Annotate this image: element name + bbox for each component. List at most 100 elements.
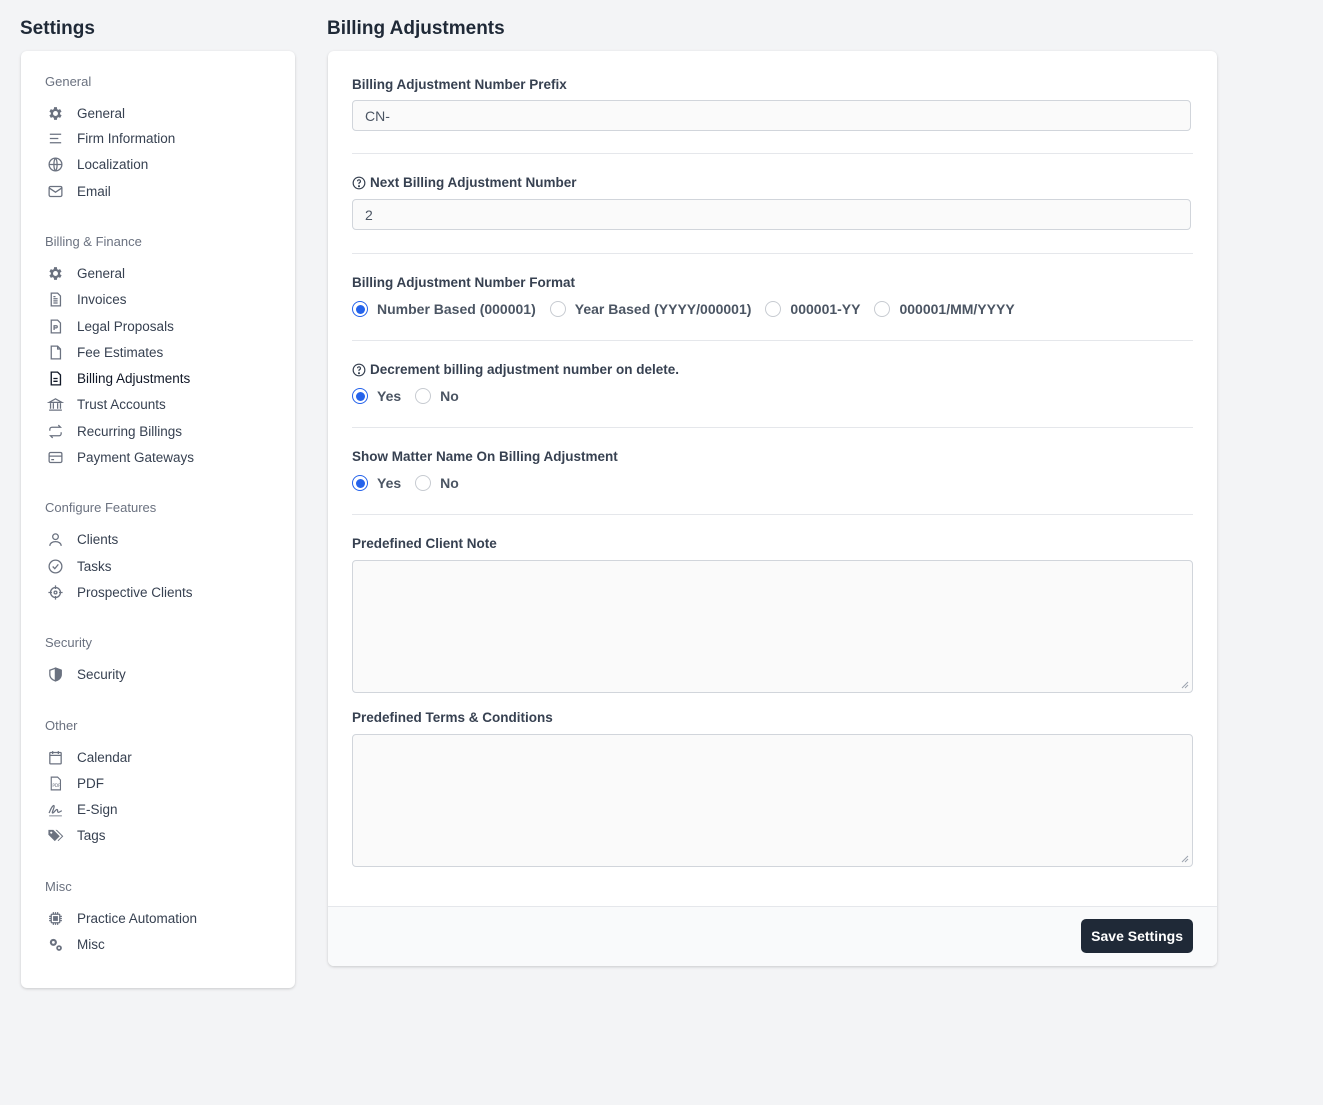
terms-textarea[interactable] <box>352 734 1193 867</box>
billing-adjustments-card: Billing Adjustment Number Prefix Next Bi… <box>328 51 1217 966</box>
gear-icon <box>45 103 65 123</box>
sidebar-item-general[interactable]: General <box>45 102 285 124</box>
tags-icon <box>45 825 65 845</box>
radio-label: No <box>440 388 459 404</box>
question-circle-icon[interactable] <box>352 363 366 377</box>
radio-label: No <box>440 475 459 491</box>
sidebar-item-email[interactable]: Email <box>45 180 285 202</box>
sidebar-item-misc[interactable]: Misc <box>45 933 285 955</box>
chip-icon <box>45 908 65 928</box>
divider <box>352 340 1193 341</box>
format-option-year-based[interactable]: Year Based (YYYY/000001) <box>549 301 752 317</box>
sidebar-item-label: Tags <box>77 827 106 843</box>
sidebar-item-tags[interactable]: Tags <box>45 824 285 846</box>
sidebar-item-security[interactable]: Security <box>45 663 285 685</box>
decrement-option-yes[interactable]: Yes <box>352 388 401 404</box>
sidebar-item-pdf[interactable]: PDF PDF <box>45 772 285 794</box>
sidebar-item-trust-accounts[interactable]: Trust Accounts <box>45 393 285 415</box>
client-note-textarea[interactable] <box>352 560 1193 693</box>
show-matter-option-yes[interactable]: Yes <box>352 475 401 491</box>
sidebar-item-e-sign[interactable]: E-Sign <box>45 798 285 820</box>
user-icon <box>45 529 65 549</box>
sidebar-item-clients[interactable]: Clients <box>45 528 285 550</box>
decrement-option-no[interactable]: No <box>415 388 459 404</box>
prefix-input[interactable] <box>352 100 1191 131</box>
sidebar-item-localization[interactable]: Localization <box>45 153 285 175</box>
radio-button[interactable] <box>352 301 368 317</box>
radio-button[interactable] <box>765 301 782 317</box>
show-matter-radio-group: Yes No <box>352 473 473 493</box>
sidebar-item-firm-information[interactable]: Firm Information <box>45 127 285 149</box>
credit-card-icon <box>45 447 65 467</box>
format-option-number-based[interactable]: Number Based (000001) <box>352 301 536 317</box>
sidebar-item-label: Recurring Billings <box>77 423 183 439</box>
lines-icon <box>45 128 65 148</box>
format-option-number-mm-yyyy[interactable]: 000001/MM/YYYY <box>874 301 1015 317</box>
svg-text:PDF: PDF <box>52 783 61 789</box>
radio-label: Yes <box>377 475 402 491</box>
resize-handle-icon[interactable] <box>1181 681 1189 689</box>
document-icon <box>45 342 65 362</box>
radio-button[interactable] <box>549 301 566 317</box>
repeat-icon <box>45 421 65 441</box>
prefix-label-text: Billing Adjustment Number Prefix <box>352 77 567 92</box>
radio-label: Number Based (000001) <box>377 301 536 317</box>
sidebar-item-practice-automation[interactable]: Practice Automation <box>45 907 285 929</box>
sidebar-item-label: Localization <box>77 156 149 172</box>
check-circle-icon <box>45 556 65 576</box>
radio-label: Yes <box>377 388 402 404</box>
client-note-label: Predefined Client Note <box>352 536 497 551</box>
client-note-label-text: Predefined Client Note <box>352 536 497 551</box>
radio-label: Year Based (YYYY/000001) <box>574 301 752 317</box>
format-radio-group: Number Based (000001) Year Based (YYYY/0… <box>352 299 1029 319</box>
gear-icon <box>45 263 65 283</box>
document-text-icon <box>45 368 65 388</box>
sidebar-item-label: Clients <box>77 531 119 547</box>
page-title: Billing Adjustments <box>327 18 505 39</box>
sidebar-item-billing-general[interactable]: General <box>45 262 285 284</box>
bank-icon <box>45 394 65 414</box>
terms-label-text: Predefined Terms & Conditions <box>352 710 553 725</box>
sidebar-item-calendar[interactable]: Calendar <box>45 746 285 768</box>
divider <box>352 253 1193 254</box>
radio-button[interactable] <box>874 301 891 317</box>
radio-button[interactable] <box>415 475 432 491</box>
group-title-general: General <box>45 74 92 89</box>
radio-button[interactable] <box>352 475 368 491</box>
sidebar-item-prospective-clients[interactable]: Prospective Clients <box>45 581 285 603</box>
sidebar-item-label: Firm Information <box>77 130 176 146</box>
sidebar-item-label: Invoices <box>77 291 127 307</box>
sidebar-item-tasks[interactable]: Tasks <box>45 555 285 577</box>
sidebar-item-fee-estimates[interactable]: Fee Estimates <box>45 341 285 363</box>
sidebar-item-recurring-billings[interactable]: Recurring Billings <box>45 420 285 442</box>
show-matter-option-no[interactable]: No <box>415 475 459 491</box>
resize-handle-icon[interactable] <box>1181 855 1189 863</box>
radio-button[interactable] <box>352 388 368 404</box>
sidebar-item-payment-gateways[interactable]: Payment Gateways <box>45 446 285 468</box>
gears-icon <box>45 934 65 954</box>
format-option-number-yy[interactable]: 000001-YY <box>765 301 860 317</box>
prefix-label: Billing Adjustment Number Prefix <box>352 77 567 92</box>
group-title-billing-finance: Billing & Finance <box>45 234 142 249</box>
sidebar-item-label: E-Sign <box>77 801 118 817</box>
pdf-icon: PDF <box>45 773 65 793</box>
sidebar-item-label: General <box>77 265 126 281</box>
sidebar-item-invoices[interactable]: Invoices <box>45 288 285 310</box>
question-circle-icon[interactable] <box>352 176 366 190</box>
save-settings-button[interactable]: Save Settings <box>1081 919 1193 953</box>
sidebar-item-label: Billing Adjustments <box>77 370 191 386</box>
sidebar-item-label: Tasks <box>77 558 112 574</box>
format-label-text: Billing Adjustment Number Format <box>352 275 576 290</box>
terms-label: Predefined Terms & Conditions <box>352 710 553 725</box>
decrement-label: Decrement billing adjustment number on d… <box>352 362 679 377</box>
sidebar-item-legal-proposals[interactable]: Legal Proposals <box>45 315 285 337</box>
show-matter-label: Show Matter Name On Billing Adjustment <box>352 449 618 464</box>
sidebar-item-label: Email <box>77 183 111 199</box>
next-number-label: Next Billing Adjustment Number <box>352 175 577 190</box>
radio-button[interactable] <box>415 388 432 404</box>
sidebar-item-label: Misc <box>77 936 105 952</box>
sidebar-item-billing-adjustments[interactable]: Billing Adjustments <box>45 367 285 389</box>
next-number-input[interactable] <box>352 199 1191 230</box>
group-title-other: Other <box>45 718 78 733</box>
divider <box>352 153 1193 154</box>
